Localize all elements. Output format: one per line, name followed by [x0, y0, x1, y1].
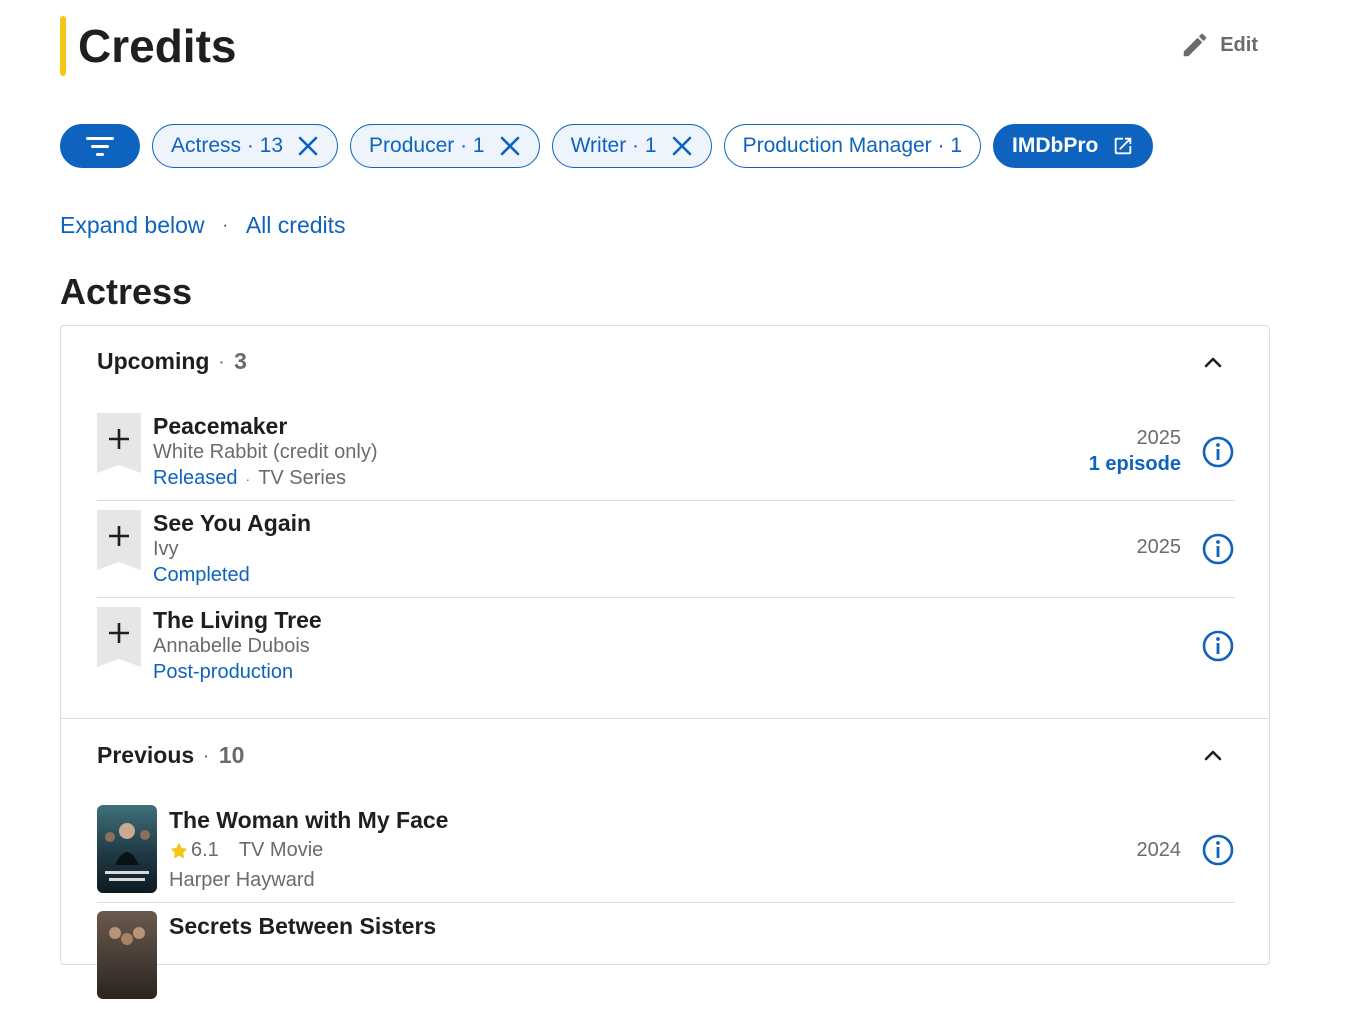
- credit-role: Annabelle Dubois: [153, 635, 310, 657]
- pencil-icon: [1183, 33, 1207, 57]
- row-divider: [97, 902, 1235, 903]
- poster-image[interactable]: [97, 911, 157, 999]
- watchlist-ribbon-icon[interactable]: [97, 510, 141, 570]
- all-credits-link[interactable]: All credits: [246, 212, 346, 239]
- credit-meta: 6.1 TV Movie: [169, 839, 323, 862]
- page-header: Credits Edit: [60, 16, 1270, 76]
- credit-links: Expand below · All credits: [60, 212, 346, 239]
- list-item[interactable]: Peacemaker White Rabbit (credit only) Re…: [97, 413, 1235, 501]
- star-icon: [170, 842, 188, 859]
- credit-year: 2024: [1136, 839, 1182, 861]
- filter-button[interactable]: [60, 124, 140, 168]
- list-item[interactable]: The Living Tree Annabelle Dubois Post-pr…: [97, 607, 1235, 695]
- credit-status: Completed: [153, 564, 250, 586]
- chip-writer[interactable]: Writer · 1: [551, 124, 712, 168]
- chevron-up-icon[interactable]: [1201, 351, 1225, 375]
- chip-production-manager[interactable]: Production Manager · 1: [723, 124, 982, 168]
- credit-status: Released · TV Series: [153, 467, 346, 490]
- page-title: Credits: [78, 20, 237, 72]
- section-title: Actress: [60, 271, 193, 312]
- previous-header[interactable]: Previous · 10: [97, 742, 244, 769]
- chevron-up-icon[interactable]: [1201, 744, 1225, 768]
- close-icon[interactable]: [671, 135, 693, 157]
- group-divider: [61, 718, 1269, 719]
- credit-title[interactable]: The Living Tree: [153, 607, 322, 634]
- info-icon[interactable]: [1201, 532, 1235, 566]
- chip-producer[interactable]: Producer · 1: [350, 124, 540, 168]
- poster-image[interactable]: [97, 805, 157, 893]
- imdbpro-button[interactable]: IMDbPro: [993, 124, 1154, 168]
- upcoming-header[interactable]: Upcoming · 3: [97, 348, 247, 375]
- watchlist-ribbon-icon[interactable]: [97, 607, 141, 667]
- credit-title[interactable]: Secrets Between Sisters: [169, 913, 436, 940]
- watchlist-ribbon-icon[interactable]: [97, 413, 141, 473]
- chip-label: Production Manager · 1: [742, 134, 963, 157]
- credit-title[interactable]: Peacemaker: [153, 413, 287, 440]
- credit-status: Post-production: [153, 661, 294, 683]
- info-icon[interactable]: [1201, 833, 1235, 867]
- credit-title[interactable]: The Woman with My Face: [169, 807, 448, 834]
- close-icon[interactable]: [297, 135, 319, 157]
- close-icon[interactable]: [499, 135, 521, 157]
- credit-role: Harper Hayward: [169, 869, 315, 891]
- group-dot: ·: [219, 353, 225, 370]
- link-separator: ·: [222, 216, 228, 234]
- group-dot: ·: [204, 747, 209, 764]
- row-divider: [97, 597, 1235, 598]
- filter-icon: [86, 137, 114, 156]
- chip-actress[interactable]: Actress · 13: [152, 124, 339, 168]
- list-item[interactable]: The Woman with My Face 6.1 TV Movie Harp…: [97, 805, 1235, 903]
- group-label: Previous: [97, 742, 195, 768]
- imdbpro-label: IMDbPro: [1012, 134, 1099, 157]
- credits-panel: Upcoming · 3 Peacemaker White Rabbit (cr…: [60, 325, 1270, 999]
- chip-label: Writer · 1: [570, 134, 657, 157]
- credit-year: 2025: [1136, 427, 1182, 449]
- credit-role: White Rabbit (credit only): [153, 441, 378, 463]
- external-link-icon: [1115, 137, 1132, 155]
- title-accent-bar: [60, 16, 66, 76]
- chip-label: Producer · 1: [369, 134, 485, 157]
- status-text: Released: [153, 467, 238, 489]
- credit-type: TV Series: [258, 467, 346, 489]
- edit-button[interactable]: Edit: [1180, 30, 1258, 60]
- info-icon[interactable]: [1201, 435, 1235, 469]
- status-dot: ·: [245, 471, 251, 487]
- credit-year: 2025: [1136, 536, 1182, 558]
- row-divider: [97, 500, 1235, 501]
- credit-title[interactable]: See You Again: [153, 510, 311, 537]
- group-count: 10: [218, 742, 245, 768]
- credit-role: Ivy: [153, 538, 179, 560]
- rating-value: 6.1: [191, 839, 219, 861]
- group-count: 3: [234, 348, 247, 374]
- credit-type: TV Movie: [238, 839, 324, 861]
- expand-below-link[interactable]: Expand below: [60, 212, 205, 239]
- episodes-link[interactable]: 1 episode: [1089, 453, 1181, 476]
- info-icon[interactable]: [1201, 629, 1235, 663]
- list-item[interactable]: Secrets Between Sisters: [97, 911, 1235, 1009]
- filter-chips: Actress · 13 Producer · 1 Writer · 1 Pro…: [60, 124, 1154, 168]
- chip-label: Actress · 13: [171, 134, 284, 157]
- group-label: Upcoming: [97, 348, 210, 374]
- list-item[interactable]: See You Again Ivy Completed 2025: [97, 510, 1235, 598]
- edit-label: Edit: [1220, 33, 1258, 56]
